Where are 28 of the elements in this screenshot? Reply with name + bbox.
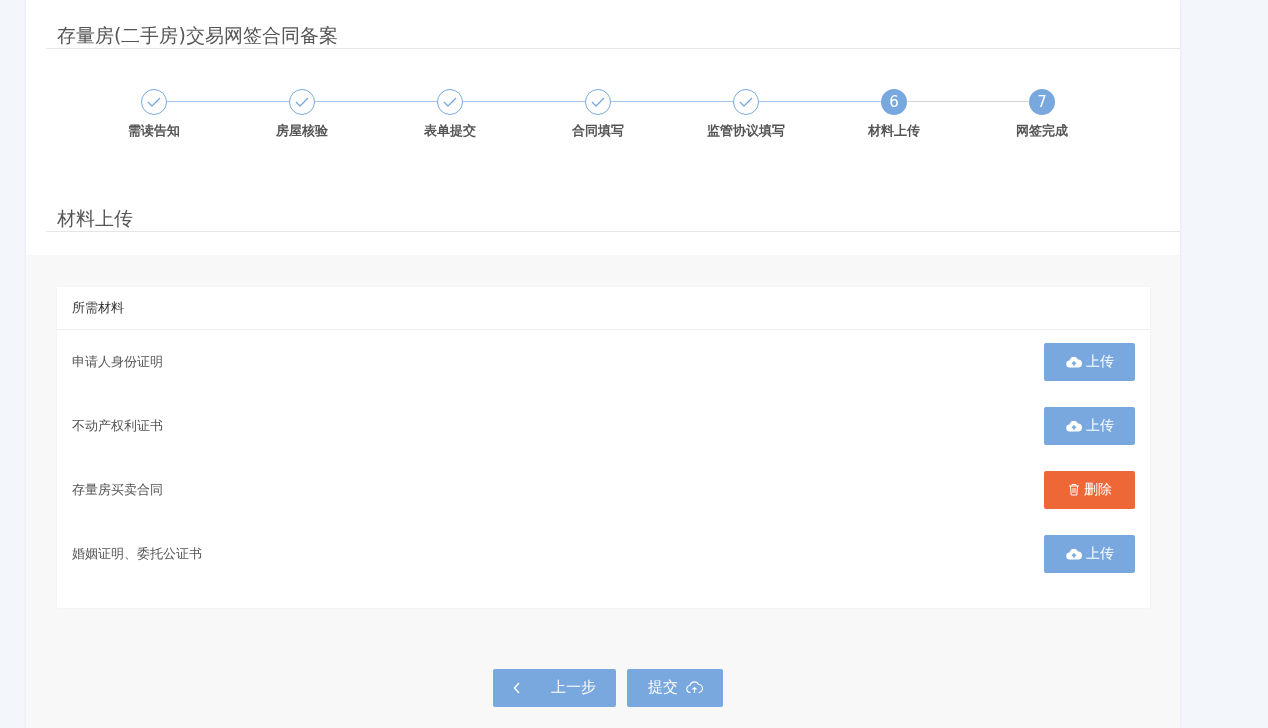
card-header: 所需材料: [57, 287, 1150, 330]
cloud-upload-icon: [1065, 547, 1082, 560]
step-label: 房屋核验: [276, 122, 328, 140]
step-label: 表单提交: [424, 122, 476, 140]
step-label: 监管协议填写: [707, 122, 785, 140]
material-name: 存量房买卖合同: [72, 480, 163, 499]
step-label: 合同填写: [572, 122, 624, 140]
previous-step-button[interactable]: 上一步: [493, 668, 616, 707]
upload-button[interactable]: 上传: [1044, 342, 1135, 381]
material-name: 不动产权利证书: [72, 416, 163, 435]
delete-button[interactable]: 删除: [1044, 470, 1135, 509]
section-title: 材料上传: [57, 205, 133, 231]
trash-icon: [1067, 483, 1080, 496]
cloud-upload-icon: [1065, 355, 1082, 368]
cloud-upload-icon: [1065, 419, 1082, 432]
step-number: 6: [881, 89, 907, 115]
upload-button[interactable]: 上传: [1044, 534, 1135, 573]
page-title: 存量房(二手房)交易网签合同备案: [57, 23, 338, 48]
step-label: 网签完成: [1016, 122, 1068, 140]
submit-button[interactable]: 提交: [627, 668, 723, 707]
cloud-upload-icon: [685, 681, 703, 694]
material-name: 婚姻证明、委托公证书: [72, 544, 202, 563]
upload-button[interactable]: 上传: [1044, 406, 1135, 445]
material-name: 申请人身份证明: [72, 352, 163, 371]
step-label: 材料上传: [868, 122, 920, 140]
step-label: 需读告知: [128, 122, 180, 140]
chevron-left-icon: [513, 681, 521, 694]
step-number: 7: [1029, 89, 1055, 115]
